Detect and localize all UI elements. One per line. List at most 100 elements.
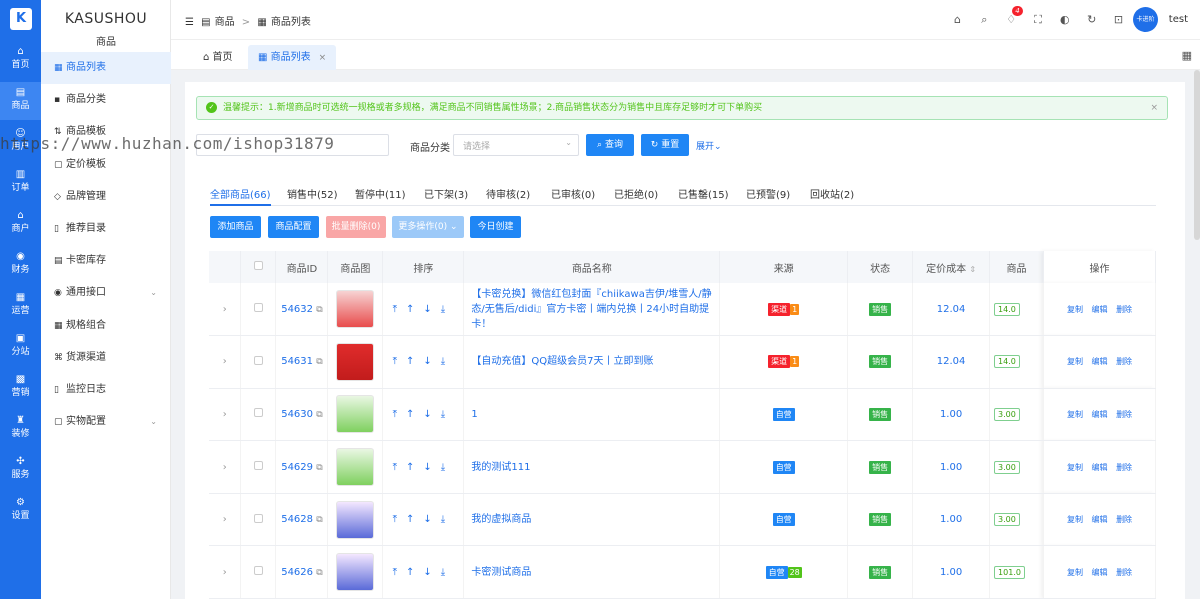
goods-price[interactable]: 14.0 [994,302,1020,316]
delete-button[interactable]: 删除 [1116,515,1132,524]
edit-button[interactable]: 编辑 [1092,515,1108,524]
expand-row-icon[interactable]: › [223,514,227,525]
sort-arrows-icon[interactable]: ⤒↑↓⤓ [393,304,455,315]
rail-item[interactable]: ✣ 服务 [0,451,41,489]
goods-image[interactable] [336,290,375,329]
status-tab[interactable]: 已预警(9) [746,186,790,206]
copy-icon[interactable]: ⧉ [316,410,322,420]
delete-button[interactable]: 删除 [1116,357,1132,366]
tab-goods-list[interactable]: ▦ 商品列表 × [248,45,337,70]
goods-price[interactable]: 3.00 [994,513,1020,527]
goods-image[interactable] [336,553,375,592]
sidebar-item[interactable]: ▦ 规格组合 [41,310,171,342]
sidebar-item[interactable]: ▤ 卡密库存 [41,245,171,277]
goods-id[interactable]: 54631 [281,356,313,367]
fullscreen-icon[interactable]: ⛶ [1027,13,1050,27]
tab-close-icon[interactable]: × [319,53,327,63]
crumb-goods[interactable]: 商品 [215,17,235,28]
sidebar-item[interactable]: ▯ 推荐目录 [41,213,171,245]
goods-price[interactable]: 3.00 [994,407,1020,421]
rail-item[interactable]: ⚙ 设置 [0,492,41,530]
goods-name[interactable]: 卡密测试商品 [471,567,531,578]
sidebar-item[interactable]: ⌘ 货源渠道 [41,342,171,374]
copy-icon[interactable]: ⧉ [316,463,322,473]
row-checkbox[interactable] [253,303,263,313]
collapse-icon[interactable]: ☰ [185,17,194,28]
table-row[interactable]: › 54629 ⧉ ⤒↑↓⤓ 我的测试111 自营 销售 1.00 3.00 复制 编辑 删除 [209,440,1156,494]
goods-price[interactable]: 14.0 [994,355,1020,369]
goods-id[interactable]: 54626 [281,567,313,578]
goods-id[interactable]: 54632 [281,304,313,315]
sidebar-item[interactable]: ◇ 品牌管理 [41,181,171,213]
today-created-button[interactable]: 今日创建 [470,216,521,238]
goods-name[interactable]: 【卡密兑换】微信红包封面『chiikawa吉伊/堆雪人/静态/无售后/didi』… [471,289,711,330]
sort-arrows-icon[interactable]: ⤒↑↓⤓ [393,356,455,367]
row-checkbox[interactable] [253,408,263,418]
goods-name[interactable]: 我的测试111 [471,462,530,473]
expand-row-icon[interactable]: › [223,409,227,420]
reset-button[interactable]: ↻ 重置 [641,134,689,156]
edit-button[interactable]: 编辑 [1092,410,1108,419]
rail-item[interactable]: ▣ 分站 [0,328,41,366]
copy-button[interactable]: 复制 [1067,568,1083,577]
status-tab[interactable]: 回收站(2) [810,186,854,206]
goods-image[interactable] [336,500,375,539]
status-tab[interactable]: 已审核(0) [551,186,595,206]
row-checkbox[interactable] [253,566,263,576]
edit-button[interactable]: 编辑 [1092,463,1108,472]
edit-button[interactable]: 编辑 [1092,568,1108,577]
delete-button[interactable]: 删除 [1116,463,1132,472]
sidebar-item[interactable]: ▢ 实物配置 ⌄ [41,406,171,438]
goods-name[interactable]: 我的虚拟商品 [471,514,531,525]
row-checkbox[interactable] [253,513,263,523]
table-row[interactable]: › 54626 ⧉ ⤒↑↓⤓ 卡密测试商品 自营 28 销售 1.00 101.0 复制 编辑 删… [209,545,1156,599]
status-tab[interactable]: 待审核(2) [486,186,530,206]
edit-button[interactable]: 编辑 [1092,305,1108,314]
scrollbar[interactable] [1194,70,1200,240]
delete-button[interactable]: 删除 [1116,568,1132,577]
copy-button[interactable]: 复制 [1067,305,1083,314]
rail-item[interactable]: ◉ 财务 [0,246,41,284]
goods-id[interactable]: 54628 [281,514,313,525]
goods-image[interactable] [336,448,375,487]
grid-menu-icon[interactable]: ▦ [1182,49,1192,62]
sort-arrows-icon[interactable]: ⤒↑↓⤓ [393,409,455,420]
copy-icon[interactable]: ⧉ [316,357,322,367]
add-goods-button[interactable]: 添加商品 [210,216,261,238]
goods-price[interactable]: 101.0 [994,565,1025,579]
copy-button[interactable]: 复制 [1067,463,1083,472]
rail-item[interactable]: ⌂ 首页 [0,41,41,79]
category-select[interactable]: 请选择 ⌄ [453,134,579,156]
sidebar-item[interactable]: ▢ 定价模板 [41,149,171,181]
status-tab[interactable]: 销售中(52) [287,186,338,206]
expand-row-icon[interactable]: › [223,356,227,367]
sidebar-item[interactable]: ◉ 通用接口 ⌄ [41,277,171,309]
select-all-checkbox[interactable] [253,261,263,270]
expand-row-icon[interactable]: › [223,304,227,315]
rail-item[interactable]: ▩ 营销 [0,369,41,407]
status-tab[interactable]: 暂停中(11) [355,186,406,206]
tab-home[interactable]: ⌂ 首页 [193,45,243,70]
rail-item[interactable]: ⌂ 商户 [0,205,41,243]
search-icon[interactable]: ⌕ [973,13,996,27]
expand-link[interactable]: 展开⌄ [696,139,722,152]
status-tab[interactable]: 已售罄(15) [678,186,729,206]
sort-arrows-icon[interactable]: ⤒↑↓⤓ [393,567,455,578]
expand-row-icon[interactable]: › [223,567,227,578]
copy-icon[interactable]: ⧉ [316,515,322,525]
refresh-icon[interactable]: ↻ [1080,13,1103,26]
home-icon[interactable]: ⌂ [946,13,969,26]
row-checkbox[interactable] [253,461,263,471]
table-row[interactable]: › 54631 ⧉ ⤒↑↓⤓ 【自动充值】QQ超级会员7天丨立即到账 渠道 1 销售 12.0… [209,335,1156,389]
goods-image[interactable] [336,342,375,381]
status-tab[interactable]: 已下架(3) [424,186,468,206]
goods-name[interactable]: 【自动充值】QQ超级会员7天丨立即到账 [471,356,653,367]
avatar[interactable]: 卡进阶 [1133,7,1158,32]
goods-price[interactable]: 3.00 [994,460,1020,474]
copy-icon[interactable]: ⧉ [316,568,322,578]
table-row[interactable]: › 54632 ⧉ ⤒↑↓⤓ 【卡密兑换】微信红包封面『chiikawa吉伊/堆雪人/… [209,283,1156,337]
table-row[interactable]: › 54630 ⧉ ⤒↑↓⤓ 1 自营 销售 1.00 3.00 复制 编辑 删除 [209,388,1156,442]
sidebar-item[interactable]: ▪ 商品分类 [41,84,171,116]
sort-icon[interactable]: ⇕ [969,265,976,274]
delete-button[interactable]: 删除 [1116,410,1132,419]
